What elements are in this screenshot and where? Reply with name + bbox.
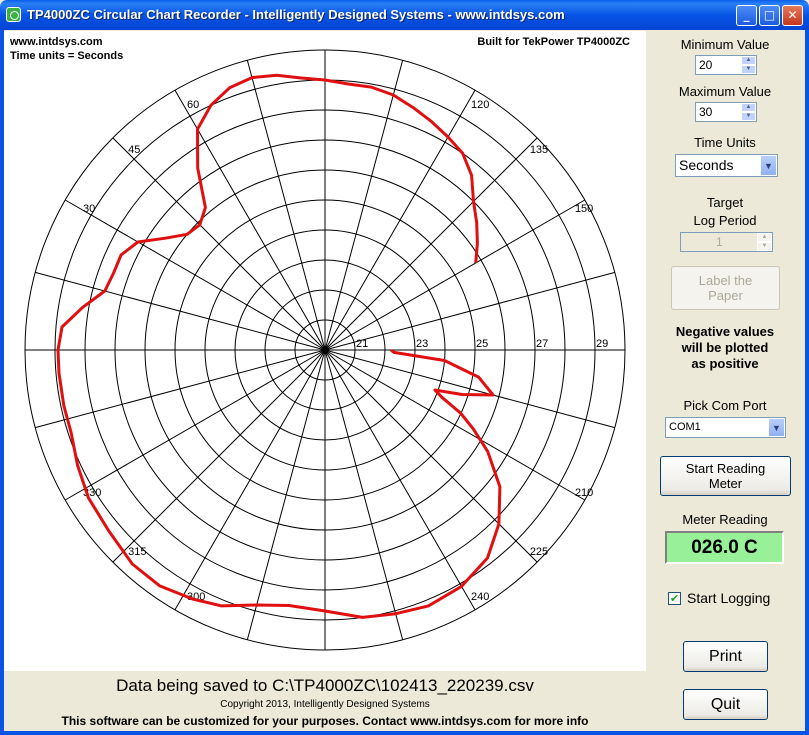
- spin-down-icon: ▼: [757, 242, 772, 251]
- maximum-value[interactable]: 30: [699, 105, 712, 119]
- spoke-tick-label: 30: [83, 203, 95, 215]
- ring-tick-label: 21: [356, 338, 368, 350]
- spin-down-icon[interactable]: ▼: [741, 65, 756, 74]
- close-button[interactable]: ✕: [782, 5, 803, 26]
- quit-button[interactable]: Quit: [683, 689, 768, 720]
- minimum-value-spinner[interactable]: 20 ▲ ▼: [695, 55, 757, 75]
- copyright-text: Copyright 2013, Intelligently Designed S…: [220, 699, 430, 710]
- log-period-label: Log Period: [693, 213, 757, 228]
- spoke-tick-label: 210: [575, 487, 593, 499]
- negative-values-note-1: Negative values: [675, 324, 775, 339]
- chevron-down-icon[interactable]: ▼: [768, 418, 785, 437]
- start-logging-label[interactable]: Start Logging: [687, 590, 770, 606]
- start-reading-line2: Meter: [708, 476, 743, 491]
- chevron-down-icon[interactable]: ▼: [760, 155, 777, 176]
- label-paper-line2: Paper: [708, 288, 743, 303]
- spoke-tick-label: 315: [128, 546, 146, 558]
- grid-spoke: [324, 349, 476, 611]
- time-units-select[interactable]: Seconds ▼: [675, 154, 778, 177]
- spin-down-icon[interactable]: ▼: [741, 112, 756, 121]
- grid-spoke: [324, 349, 586, 501]
- pick-com-port-label: Pick Com Port: [683, 398, 767, 413]
- negative-values-note-3: as positive: [691, 356, 759, 371]
- spoke-tick-label: 150: [575, 203, 593, 215]
- website-label: www.intdsys.com: [10, 36, 103, 48]
- grid-spoke: [324, 137, 538, 351]
- spin-up-icon[interactable]: ▲: [741, 56, 756, 65]
- maximize-button[interactable]: □: [759, 5, 780, 26]
- spoke-tick-label: 120: [471, 99, 489, 111]
- minimize-button[interactable]: _: [736, 5, 757, 26]
- spoke-tick-label: 240: [471, 591, 489, 603]
- grid-spoke: [324, 349, 404, 640]
- meter-reading-display: 026.0 C: [665, 531, 784, 564]
- spoke-tick-label: 60: [187, 99, 199, 111]
- time-units-value[interactable]: Seconds: [679, 157, 733, 173]
- grid-spoke: [112, 349, 326, 563]
- grid-spoke: [324, 89, 476, 351]
- spin-up-icon: ▲: [757, 233, 772, 242]
- title-bar[interactable]: TP4000ZC Circular Chart Recorder - Intel…: [0, 0, 809, 30]
- data-saving-path: Data being saved to C:\TP4000ZC\102413_2…: [116, 676, 534, 695]
- minimum-value-label: Minimum Value: [680, 37, 770, 52]
- start-reading-meter-button[interactable]: Start Reading Meter: [660, 456, 791, 496]
- grid-spoke: [246, 349, 326, 640]
- negative-values-note-2: will be plotted: [681, 340, 769, 355]
- customization-note: This software can be customized for your…: [61, 714, 589, 728]
- ring-tick-label: 23: [416, 338, 428, 350]
- circular-chart: 21 23 25 27 29 210 225 240 300 315 330 30 45 60 120 135…: [4, 31, 646, 671]
- print-button[interactable]: Print: [683, 641, 768, 672]
- grid-spoke: [324, 349, 615, 429]
- meter-reading-label: Meter Reading: [682, 512, 768, 527]
- label-paper-line1: Label the: [698, 273, 753, 288]
- label-the-paper-button: Label the Paper: [671, 266, 780, 310]
- spin-up-icon[interactable]: ▲: [741, 103, 756, 112]
- time-units-note: Time units = Seconds: [10, 50, 124, 62]
- spoke-tick-label: 225: [530, 546, 548, 558]
- grid-spoke: [174, 349, 326, 611]
- minimum-value[interactable]: 20: [699, 58, 712, 72]
- com-port-value[interactable]: COM1: [669, 421, 701, 433]
- start-logging-checkbox[interactable]: ✔: [668, 592, 681, 605]
- chart-grid: [24, 49, 626, 651]
- target-log-period-spinner: 1 ▲ ▼: [680, 232, 773, 252]
- maximum-value-spinner[interactable]: 30 ▲ ▼: [695, 102, 757, 122]
- grid-spoke: [35, 349, 326, 429]
- time-units-label: Time Units: [694, 135, 756, 150]
- target-log-period-value: 1: [716, 235, 723, 249]
- spoke-tick-label: 135: [530, 144, 548, 156]
- grid-spoke: [324, 271, 615, 351]
- grid-spoke: [324, 199, 586, 351]
- spoke-tick-label: 45: [128, 144, 140, 156]
- grid-spoke: [324, 60, 404, 351]
- temperature-trace: [56, 73, 502, 619]
- window-title: TP4000ZC Circular Chart Recorder - Intel…: [27, 7, 565, 22]
- ring-tick-label: 29: [596, 338, 608, 350]
- polar-chart-svg: 21 23 25 27 29210225240300315330304560 120135…: [24, 49, 626, 651]
- start-reading-line1: Start Reading: [685, 461, 766, 476]
- grid-spoke: [64, 199, 326, 351]
- ring-tick-label: 27: [536, 338, 548, 350]
- app-icon: [6, 7, 21, 22]
- ring-tick-label: 25: [476, 338, 488, 350]
- com-port-select[interactable]: COM1 ▼: [665, 417, 786, 438]
- built-for-label: Built for TekPower TP4000ZC: [477, 36, 630, 48]
- grid-spoke: [64, 349, 326, 501]
- grid-spoke: [112, 137, 326, 351]
- grid-spoke: [324, 349, 538, 563]
- grid-spoke: [246, 60, 326, 351]
- target-label: Target: [706, 195, 744, 210]
- maximum-value-label: Maximum Value: [678, 84, 772, 99]
